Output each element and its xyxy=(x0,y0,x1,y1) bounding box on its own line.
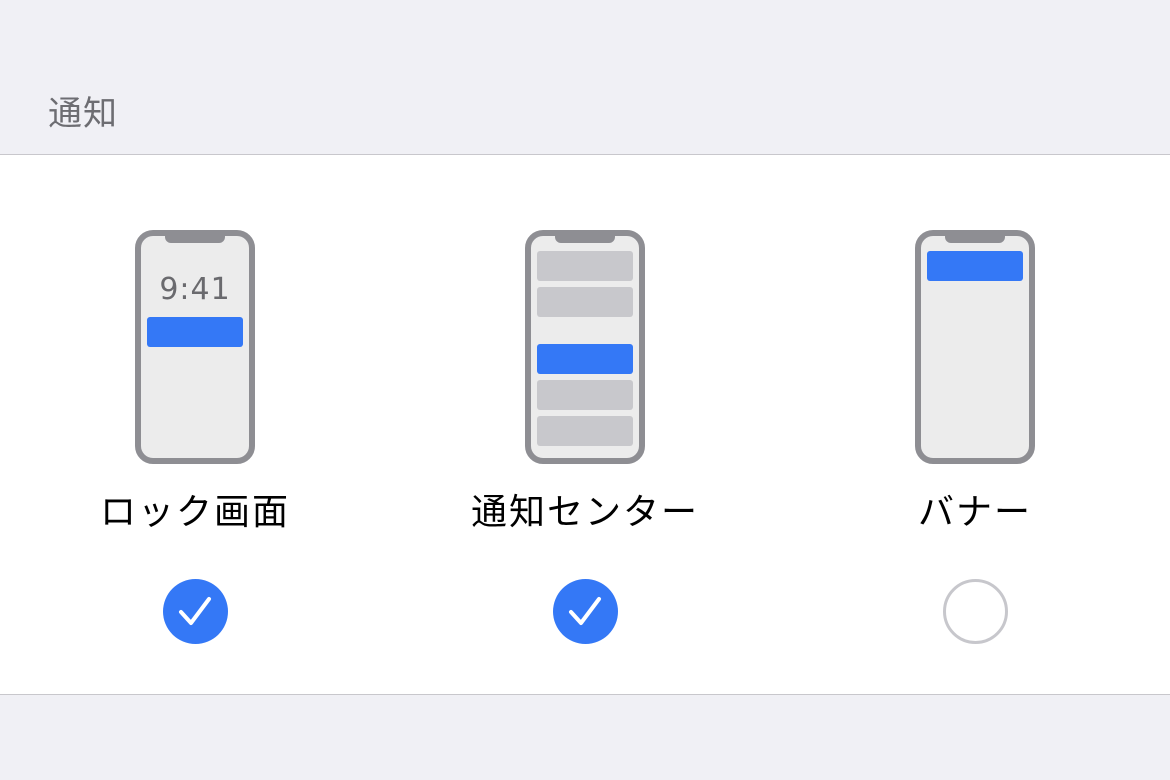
banner-preview xyxy=(915,230,1035,464)
phone-notch xyxy=(945,236,1005,243)
placeholder-notification xyxy=(537,380,633,410)
notification-center-preview xyxy=(525,230,645,464)
placeholder-notification xyxy=(537,287,633,317)
option-lock-screen[interactable]: 9:41 ロック画面 xyxy=(0,155,390,695)
option-banner[interactable]: バナー xyxy=(780,155,1170,695)
notification-settings-page: 通知 9:41 ロック画面 通知センター バナー xyxy=(0,0,1170,780)
section-header: 通知 xyxy=(48,94,118,134)
option-label-banner: バナー xyxy=(917,492,1032,533)
option-label-lock-screen: ロック画面 xyxy=(99,492,290,533)
banner-checkbox[interactable] xyxy=(943,579,1008,644)
option-label-notification-center: 通知センター xyxy=(470,492,699,533)
checkmark-icon xyxy=(179,597,211,625)
notification-center-checkbox[interactable] xyxy=(553,579,618,644)
alert-style-card: 9:41 ロック画面 通知センター バナー xyxy=(0,154,1170,695)
placeholder-notification xyxy=(537,416,633,446)
option-notification-center[interactable]: 通知センター xyxy=(390,155,780,695)
lock-screen-checkbox[interactable] xyxy=(163,579,228,644)
placeholder-notification xyxy=(537,251,633,281)
lock-screen-preview: 9:41 xyxy=(135,230,255,464)
phone-notch xyxy=(555,236,615,243)
footer-background xyxy=(0,695,1170,780)
phone-notch xyxy=(165,236,225,243)
notification-banner xyxy=(537,344,633,374)
lock-screen-clock: 9:41 xyxy=(159,272,231,307)
checkmark-icon xyxy=(569,597,601,625)
notification-banner xyxy=(927,251,1023,281)
notification-banner xyxy=(147,317,243,347)
